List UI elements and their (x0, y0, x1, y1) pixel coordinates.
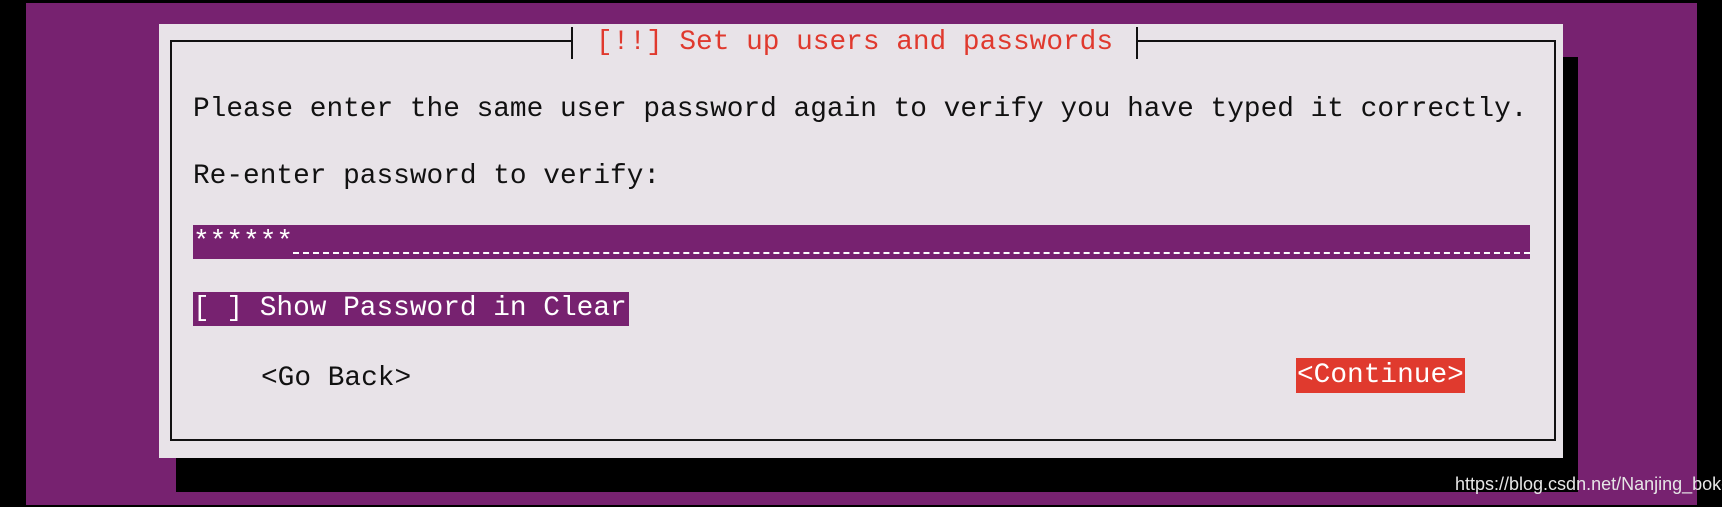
input-underline (293, 252, 1530, 254)
password-value: ****** (193, 227, 294, 258)
dialog-shadow-bottom (176, 458, 1578, 492)
show-password-checkbox[interactable]: [ ] Show Password in Clear (193, 292, 629, 326)
go-back-button[interactable]: <Go Back> (261, 361, 411, 396)
dialog-shadow-right (1563, 57, 1578, 492)
watermark: https://blog.csdn.net/Nanjing_bokebi (1455, 474, 1722, 494)
password-prompt-label: Re-enter password to verify: (193, 161, 661, 192)
dialog-message: Please enter the same user password agai… (193, 94, 1528, 125)
continue-button[interactable]: <Continue> (1296, 358, 1465, 393)
dialog-title-box: [!!] Set up users and passwords (571, 27, 1138, 59)
password-verify-input[interactable]: ****** (193, 225, 1530, 259)
dialog-title: [!!] Set up users and passwords (595, 27, 1114, 58)
